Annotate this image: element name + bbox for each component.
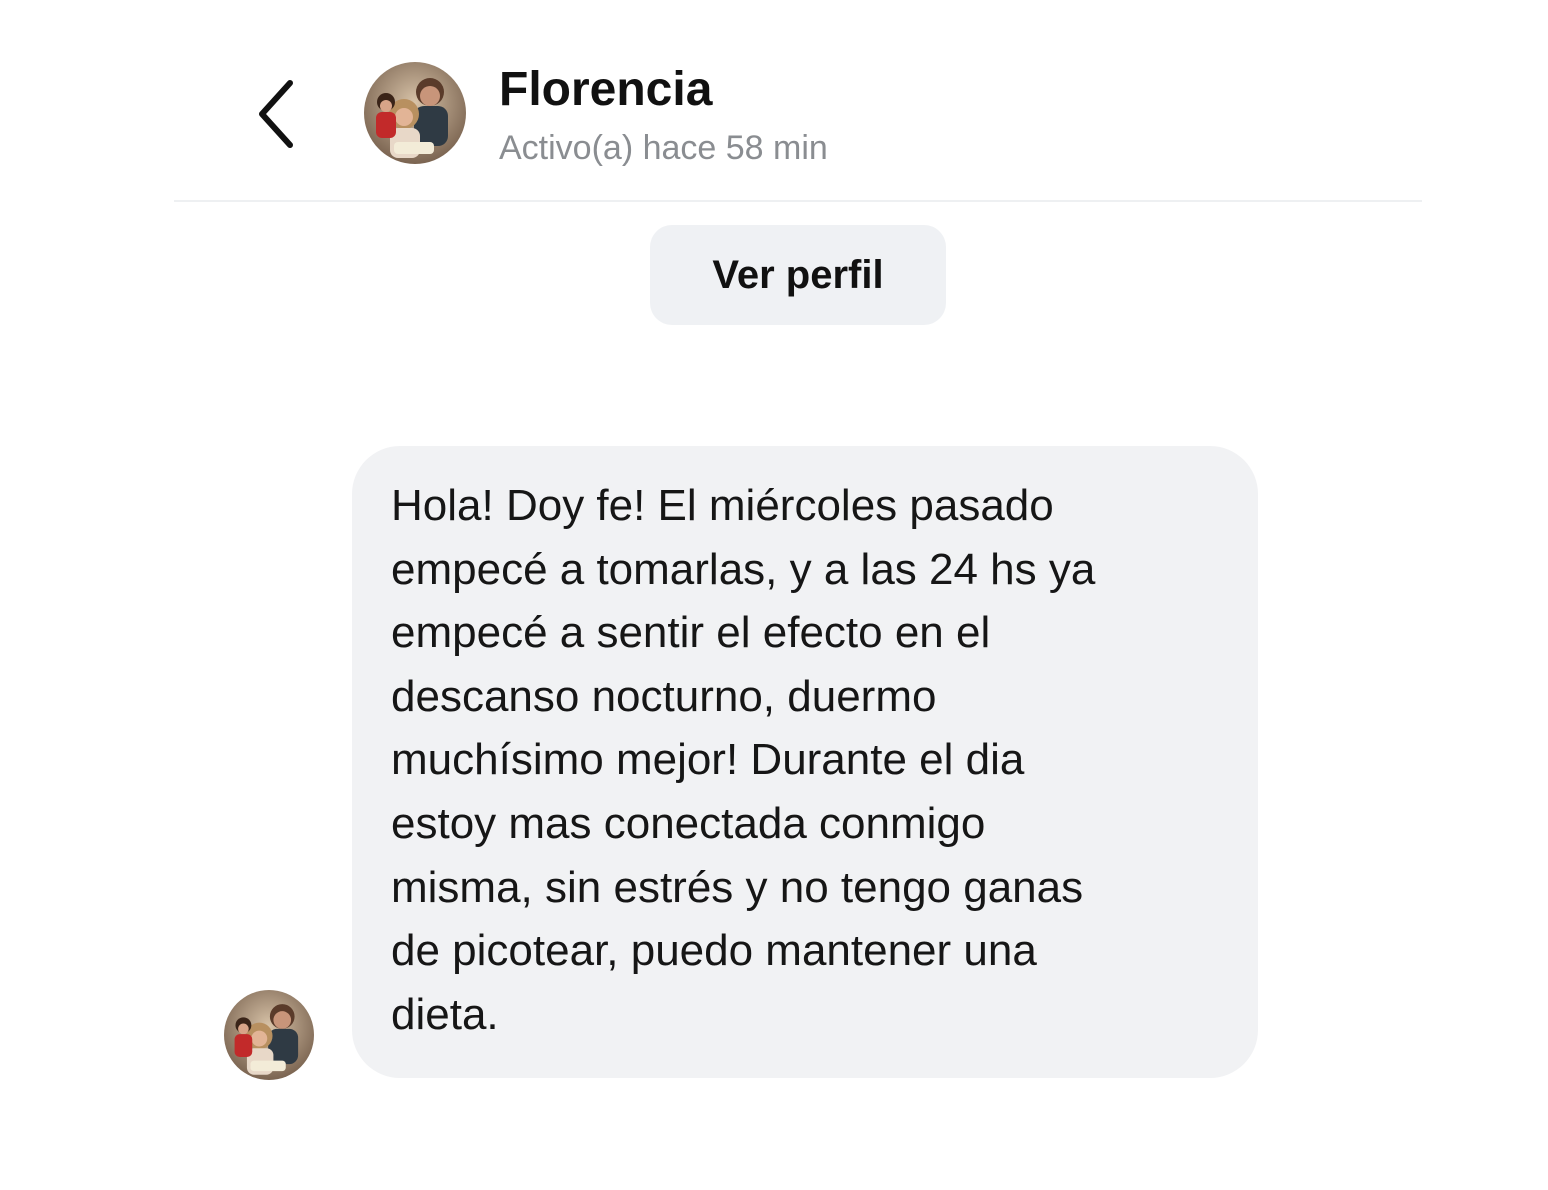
message-text-line: Hola! Doy fe! El miércoles pasado	[391, 481, 1054, 530]
contact-name[interactable]: Florencia	[499, 62, 712, 118]
chevron-left-icon	[259, 80, 293, 148]
message-text-line: dieta.	[391, 989, 499, 1039]
message-text-line: de picotear, puedo mantener una	[391, 926, 1037, 976]
message-text-line: muchísimo mejor! Durante el dia	[391, 735, 1025, 785]
view-profile-button[interactable]: Ver perfil	[650, 225, 946, 325]
back-button[interactable]	[246, 74, 306, 154]
contact-avatar[interactable]	[364, 62, 466, 164]
message-text-line: misma, sin estrés y no tengo ganas	[391, 862, 1084, 912]
contact-status: Activo(a) hace 58 min	[499, 129, 828, 167]
header-divider	[174, 200, 1422, 202]
message-text-line: empecé a tomarlas, y a las 24 hs ya	[391, 544, 1096, 594]
message-text-line: estoy mas conectada conmigo	[391, 798, 986, 848]
message-text-line: empecé a sentir el efecto en el	[391, 608, 991, 658]
message-bubble: Hola! Doy fe! El miércoles pasado empecé…	[352, 446, 1258, 1078]
message-text-line: descanso nocturno, duermo	[391, 671, 937, 721]
sender-avatar[interactable]	[224, 990, 314, 1080]
